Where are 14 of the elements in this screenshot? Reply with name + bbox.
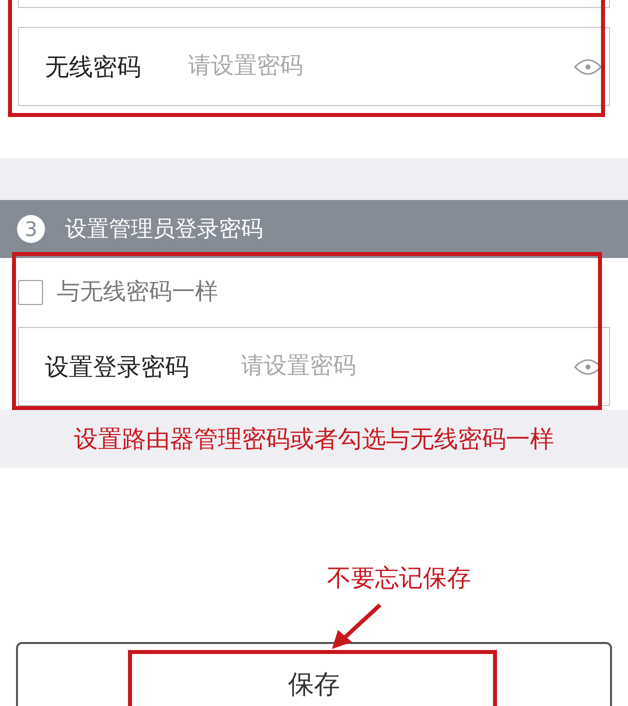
field-label: 无线密码 [45,52,142,82]
eye-icon[interactable] [573,56,603,76]
annotation-text: 不要忘记保存 [327,563,471,594]
password-field[interactable]: 无线密码 请设置密码 [18,27,610,106]
annotation-text: 设置路由器管理密码或者勾选与无线密码一样 [74,424,554,455]
checkbox-label: 与无线密码一样 [57,278,218,308]
password-field[interactable]: 设置登录密码 请设置密码 [18,327,610,406]
checkbox[interactable] [18,280,43,305]
section-title: 设置管理员登录密码 [65,216,263,244]
step-number: 3 [17,215,45,243]
field-label: 设置登录密码 [45,352,190,382]
password-input[interactable]: 请设置密码 [241,349,573,384]
save-button[interactable]: 保存 [16,642,612,706]
password-input[interactable]: 请设置密码 [188,49,573,84]
